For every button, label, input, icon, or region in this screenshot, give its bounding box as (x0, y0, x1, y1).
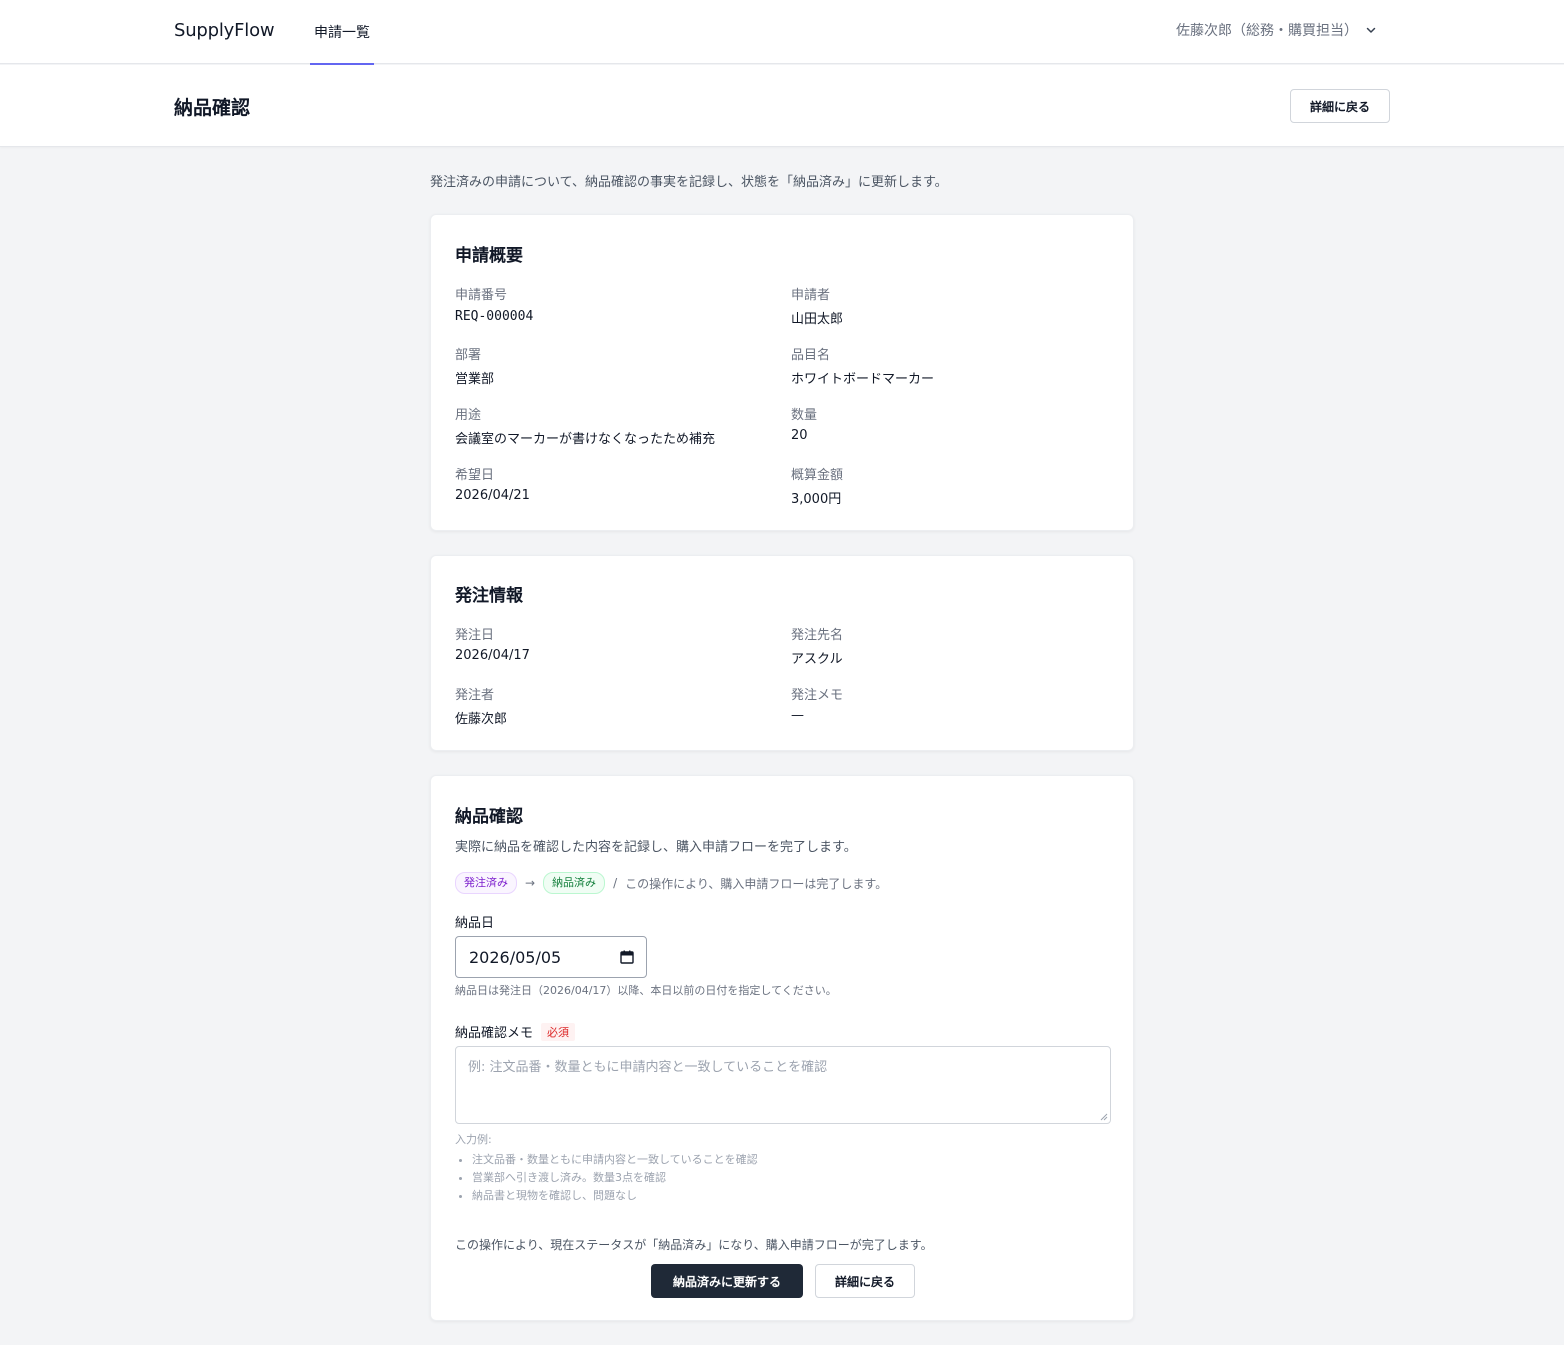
top-navbar: SupplyFlow 申請一覧 佐藤次郎（総務・購買担当） (0, 0, 1564, 65)
status-badge-delivered: 納品済み (543, 872, 606, 894)
delivery-date-input[interactable]: 2026/05/05 (455, 936, 647, 978)
date-value: 2026/05/05 (469, 947, 562, 967)
estimated-amount: 3,000円 (791, 492, 842, 507)
memo-label: 納品確認メモ 必須 (455, 1022, 576, 1041)
back-to-detail-button[interactable]: 詳細に戻る (1290, 89, 1390, 123)
chevron-down-icon (1366, 27, 1376, 33)
page-title: 納品確認 (174, 97, 251, 119)
field-label: 概算金額 (791, 468, 844, 483)
field-label: 発注日 (455, 628, 495, 643)
order-memo: — (791, 708, 804, 723)
delivery-date-label: 納品日 (455, 912, 494, 931)
memo-placeholder: 例: 注文品番・数量ともに申請内容と一致していることを確認 (468, 1060, 828, 1075)
input-examples: 入力例: 注文品番・数量ともに申請内容と一致していることを確認 営業部へ引き渡し… (455, 1131, 758, 1205)
request-summary-card: 申請概要 申請番号 REQ-000004 申請者 山田太郎 部署 営業部 品目名… (430, 214, 1134, 531)
page-description: 発注済みの申請について、納品確認の事実を記録し、状態を「納品済み」に更新します。 (430, 175, 948, 190)
example-item: 納品書と現物を確認し、問題なし (472, 1187, 758, 1205)
confirm-note: この操作により、現在ステータスが「納品済み」になり、購入申請フローが完了します。 (455, 1238, 933, 1252)
example-item: 営業部へ引き渡し済み。数量3点を確認 (472, 1169, 758, 1187)
user-name: 佐藤次郎（総務・購買担当） (1176, 23, 1358, 39)
orderer: 佐藤次郎 (455, 712, 508, 727)
status-transition: 発注済み → 納品済み / この操作により、購入申請フローは完了します。 (455, 872, 887, 894)
back-to-detail-button[interactable]: 詳細に戻る (815, 1264, 915, 1298)
app-logo[interactable]: SupplyFlow (174, 20, 275, 41)
label-text: 納品日 (455, 916, 495, 931)
field-label: 品目名 (791, 348, 831, 363)
department: 営業部 (455, 372, 495, 387)
request-number: REQ-000004 (455, 309, 534, 324)
examples-title: 入力例: (455, 1133, 492, 1146)
field-label: 部署 (455, 348, 482, 363)
example-item: 注文品番・数量ともに申請内容と一致していることを確認 (472, 1151, 758, 1169)
field-label: 発注先名 (791, 628, 844, 643)
delivery-memo-textarea[interactable]: 例: 注文品番・数量ともに申請内容と一致していることを確認 (455, 1046, 1111, 1124)
order-date: 2026/04/17 (455, 648, 530, 663)
delivery-date-help: 納品日は発注日（2026/04/17）以降、本日以前の日付を指定してください。 (455, 984, 837, 997)
required-badge: 必須 (541, 1022, 576, 1041)
field-label: 申請者 (791, 288, 831, 303)
desired-date: 2026/04/21 (455, 488, 530, 503)
nav-tab-request-list[interactable]: 申請一覧 (310, 0, 374, 65)
field-label: 発注者 (455, 688, 495, 703)
mark-delivered-button[interactable]: 納品済みに更新する (651, 1264, 803, 1298)
delivery-confirmation-card: 納品確認 実際に納品を確認した内容を記録し、購入申請フローを完了します。 発注済… (430, 775, 1134, 1321)
field-label: 数量 (791, 408, 818, 423)
requester: 山田太郎 (791, 312, 844, 327)
card-title: 納品確認 (455, 807, 523, 827)
label-text: 納品確認メモ (455, 1026, 534, 1041)
flow-note: この操作により、購入申請フローは完了します。 (625, 876, 888, 891)
status-badge-ordered: 発注済み (455, 872, 517, 894)
page-header: 納品確認 詳細に戻る (0, 65, 1564, 147)
calendar-icon[interactable] (620, 950, 634, 964)
resize-handle-icon[interactable] (1100, 1113, 1108, 1121)
card-title: 発注情報 (455, 586, 523, 606)
field-label: 申請番号 (455, 288, 508, 303)
item-name: ホワイトボードマーカー (791, 372, 935, 387)
card-title: 申請概要 (455, 246, 523, 266)
field-label: 用途 (455, 408, 482, 423)
order-info-card: 発注情報 発注日 2026/04/17 発注先名 アスクル 発注者 佐藤次郎 発… (430, 555, 1134, 751)
quantity: 20 (791, 428, 808, 443)
supplier-name: アスクル (791, 652, 843, 667)
card-subtitle: 実際に納品を確認した内容を記録し、購入申請フローを完了します。 (455, 840, 857, 855)
user-menu[interactable]: 佐藤次郎（総務・購買担当） (1176, 20, 1378, 40)
field-label: 発注メモ (791, 688, 844, 703)
field-label: 希望日 (455, 468, 495, 483)
arrow-right-icon: → (525, 876, 536, 890)
separator: / (613, 876, 618, 890)
purpose: 会議室のマーカーが書けなくなったため補充 (455, 432, 716, 447)
